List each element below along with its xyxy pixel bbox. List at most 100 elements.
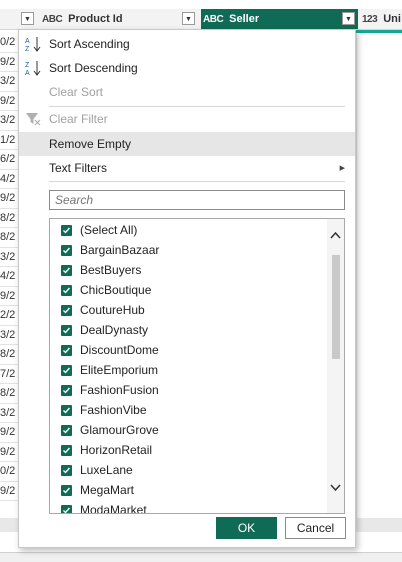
table-cell: 9/2	[0, 189, 18, 209]
list-item[interactable]: GlamourGrove	[50, 420, 328, 440]
list-item[interactable]: FashionFusion	[50, 380, 328, 400]
list-item[interactable]: ModaMarket	[50, 500, 328, 514]
table-cell: 4/2	[0, 267, 18, 287]
list-item-label: BestBuyers	[80, 263, 142, 277]
list-item[interactable]: MegaMart	[50, 480, 328, 500]
list-item[interactable]: DiscountDome	[50, 340, 328, 360]
column-header-seller[interactable]: ABC Seller	[201, 9, 358, 29]
table-cell: 4/2	[0, 170, 18, 189]
checkbox-checked[interactable]	[61, 344, 72, 356]
column-header-row: ▼ ABC Product Id ▼ ABC Seller ▼ 123 Uni	[0, 9, 402, 30]
checkbox-checked[interactable]	[61, 324, 72, 336]
svg-text:Z: Z	[25, 62, 30, 69]
list-item[interactable]: ChicBoutique	[50, 280, 328, 300]
column-name: Product Id	[68, 13, 123, 25]
checkbox-checked[interactable]	[61, 304, 72, 316]
table-cell: 9/2	[0, 92, 18, 111]
value-checklist: (Select All) BargainBazaar BestBuyers Ch…	[49, 218, 345, 514]
menu-item-sort-ascending[interactable]: A Z Sort Ascending	[19, 32, 355, 56]
menu-item-clear-sort[interactable]: Clear Sort	[19, 80, 355, 104]
table-cell: 6/2	[0, 150, 18, 170]
scroll-up-icon[interactable]	[330, 231, 341, 239]
menu-item-label: Clear Sort	[49, 85, 104, 99]
column-dropdown-button[interactable]: ▼	[21, 12, 34, 25]
menu-item-clear-filter[interactable]: Clear Filter	[19, 107, 355, 131]
menu-separator	[49, 181, 345, 182]
menu-item-label: Sort Ascending	[49, 37, 130, 51]
list-item[interactable]: BestBuyers	[50, 260, 328, 280]
table-cell: 3/2	[0, 326, 18, 345]
table-cell: 9/2	[0, 287, 18, 306]
number-type-icon: 123	[362, 13, 378, 25]
text-type-icon: ABC	[203, 13, 224, 25]
list-item[interactable]: DealDynasty	[50, 320, 328, 340]
list-item[interactable]: BargainBazaar	[50, 240, 328, 260]
checkbox-checked[interactable]	[61, 444, 72, 456]
svg-text:Z: Z	[25, 46, 30, 53]
menu-item-remove-empty[interactable]: Remove Empty	[19, 132, 355, 156]
column-header-units[interactable]: 123 Uni	[362, 9, 401, 29]
menu-item-label: Text Filters	[49, 161, 108, 175]
checkbox-checked[interactable]	[61, 264, 72, 276]
seller-dropdown-button[interactable]: ▼	[342, 12, 355, 25]
sort-ascending-icon: A Z	[25, 37, 41, 53]
sort-descending-icon: Z A	[25, 61, 41, 77]
checkbox-checked[interactable]	[61, 224, 72, 236]
ok-button[interactable]: OK	[216, 517, 277, 539]
column-header-product-id[interactable]: ABC Product Id	[42, 9, 123, 29]
table-cell: 8/2	[0, 228, 18, 248]
list-item[interactable]: (Select All)	[50, 220, 328, 240]
menu-item-label: Sort Descending	[49, 61, 138, 75]
table-cell: 3/2	[0, 72, 18, 92]
list-item-label: GlamourGrove	[80, 423, 159, 437]
list-item[interactable]: CoutureHub	[50, 300, 328, 320]
menu-item-label: Clear Filter	[49, 112, 108, 126]
table-cell: 9/2	[0, 423, 18, 443]
submenu-arrow-icon: ▶	[339, 165, 345, 172]
search-input[interactable]	[49, 190, 345, 210]
checkbox-checked[interactable]	[61, 504, 72, 513]
list-item-label: BargainBazaar	[80, 243, 160, 257]
scroll-down-icon[interactable]	[330, 484, 341, 492]
table-cell: 9/2	[0, 443, 18, 462]
column-name: Uni	[383, 13, 401, 25]
checkbox-checked[interactable]	[61, 424, 72, 436]
list-item-label: MegaMart	[80, 483, 135, 497]
list-item[interactable]: FashionVibe	[50, 400, 328, 420]
list-item-label: FashionFusion	[80, 383, 159, 397]
cancel-button[interactable]: Cancel	[285, 517, 346, 539]
checkbox-checked[interactable]	[61, 404, 72, 416]
table-cell: 3/2	[0, 111, 18, 131]
menu-item-text-filters[interactable]: Text Filters ▶	[19, 156, 355, 180]
column-filter-menu: A Z Sort Ascending Z A Sort Descending C…	[18, 29, 356, 548]
list-item[interactable]: HorizonRetail	[50, 440, 328, 460]
checkbox-checked[interactable]	[61, 384, 72, 396]
list-item[interactable]: EliteEmporium	[50, 360, 328, 380]
table-cell: 2/2	[0, 306, 18, 326]
list-item-label: FashionVibe	[80, 403, 147, 417]
table-cell: 8/2	[0, 384, 18, 404]
checkbox-checked[interactable]	[61, 284, 72, 296]
checkbox-checked[interactable]	[61, 244, 72, 256]
product-id-dropdown-button[interactable]: ▼	[182, 12, 195, 25]
checkbox-checked[interactable]	[61, 484, 72, 496]
scrollbar-thumb[interactable]	[332, 255, 340, 359]
list-item-label: ChicBoutique	[80, 283, 152, 297]
list-item-label: ModaMarket	[80, 503, 147, 514]
column-divider	[356, 33, 357, 518]
list-item-label: EliteEmporium	[80, 363, 159, 377]
table-cell: 8/2	[0, 209, 18, 228]
table-cell: 0/2	[0, 33, 18, 53]
table-cell: 7/2	[0, 365, 18, 384]
checkbox-checked[interactable]	[61, 464, 72, 476]
list-item[interactable]: LuxeLane	[50, 460, 328, 480]
table-cell: 9/2	[0, 482, 18, 501]
text-type-icon: ABC	[42, 13, 63, 25]
list-vertical-scrollbar[interactable]	[327, 219, 344, 513]
list-item-label: (Select All)	[80, 223, 138, 237]
checkbox-checked[interactable]	[61, 364, 72, 376]
svg-text:A: A	[25, 38, 30, 45]
table-cell: 3/2	[0, 404, 18, 423]
table-cell: 0/2	[0, 462, 18, 482]
menu-item-sort-descending[interactable]: Z A Sort Descending	[19, 56, 355, 80]
